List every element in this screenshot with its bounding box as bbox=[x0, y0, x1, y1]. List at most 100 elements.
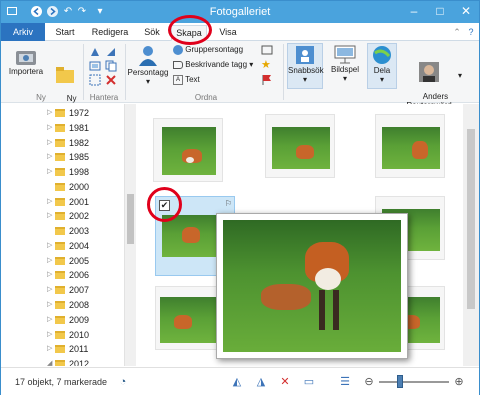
scrollbar-thumb[interactable] bbox=[467, 129, 475, 309]
tab-redigera[interactable]: Redigera bbox=[89, 25, 131, 41]
rotate-right-icon[interactable]: ◮ bbox=[253, 374, 269, 390]
flag-icon[interactable] bbox=[261, 74, 273, 86]
tab-start[interactable]: Start bbox=[51, 25, 79, 41]
avatar bbox=[419, 62, 439, 82]
ribbon-separator bbox=[125, 44, 126, 100]
photo-gallery-window: ↶ ↷ ▾ Fotogalleriet – □ ✕ Arkiv Start Re… bbox=[0, 0, 480, 395]
share-label: Dela bbox=[373, 66, 391, 75]
fox-photo bbox=[162, 215, 216, 257]
folder-icon bbox=[55, 153, 65, 161]
share-icon bbox=[373, 46, 391, 64]
chevron-down-icon[interactable]: ▾ bbox=[455, 71, 465, 80]
expand-arrow-icon[interactable]: ▷ bbox=[47, 239, 55, 253]
photo-thumbnail[interactable] bbox=[155, 286, 225, 350]
photo-thumbnail[interactable] bbox=[153, 118, 223, 182]
rotate-left-icon[interactable]: ◭ bbox=[229, 374, 245, 390]
tree-scrollbar[interactable] bbox=[125, 104, 136, 366]
star-rating-icon[interactable]: ★ bbox=[261, 59, 273, 71]
rotate-right-icon[interactable] bbox=[105, 46, 117, 58]
group-tag-icon bbox=[173, 44, 183, 55]
details-view-icon[interactable]: ☰ bbox=[337, 374, 353, 390]
person-icon bbox=[139, 46, 157, 66]
rotate-left-icon[interactable] bbox=[89, 46, 101, 58]
scrollbar-thumb[interactable] bbox=[127, 194, 134, 244]
expand-arrow-icon[interactable]: ▷ bbox=[47, 328, 55, 342]
zoom-out-icon[interactable]: ⊖ bbox=[361, 374, 377, 390]
folder-icon bbox=[55, 139, 65, 147]
help-icon[interactable]: ? bbox=[465, 25, 477, 41]
expand-arrow-icon[interactable]: ▷ bbox=[47, 254, 55, 268]
expand-arrow-icon[interactable]: ▷ bbox=[47, 150, 55, 164]
folder-icon bbox=[55, 345, 65, 353]
new-folder-icon bbox=[56, 67, 74, 83]
expand-arrow-icon[interactable]: ▷ bbox=[47, 195, 55, 209]
folder-icon bbox=[55, 301, 65, 309]
delete-icon[interactable] bbox=[105, 74, 117, 86]
fox-photo bbox=[382, 127, 440, 169]
title-bar: ↶ ↷ ▾ Fotogalleriet – □ ✕ bbox=[1, 1, 479, 23]
info-icon[interactable]: ◔ bbox=[115, 374, 131, 390]
minimize-ribbon-icon[interactable]: ⌃ bbox=[451, 25, 463, 41]
expand-arrow-icon[interactable]: ◢ bbox=[47, 357, 55, 366]
descriptive-tag-button[interactable]: Beskrivande tagg ▾ bbox=[173, 59, 253, 71]
expand-arrow-icon[interactable]: ▷ bbox=[47, 106, 55, 120]
text-button[interactable]: A Text bbox=[173, 74, 200, 86]
chevron-down-icon: ▾ bbox=[342, 74, 347, 83]
chevron-down-icon: ▾ bbox=[379, 75, 384, 84]
flag-icon[interactable]: ⚐ bbox=[225, 199, 232, 208]
folder-icon bbox=[55, 257, 65, 265]
tab-visa[interactable]: Visa bbox=[216, 25, 240, 41]
expand-arrow-icon[interactable]: ▷ bbox=[47, 209, 55, 223]
photo-thumbnail[interactable] bbox=[265, 114, 335, 178]
quickfind-button[interactable]: Snabbsök ▾ bbox=[287, 43, 324, 89]
expand-arrow-icon[interactable]: ▷ bbox=[47, 136, 55, 150]
folder-icon bbox=[55, 124, 65, 132]
expand-arrow-icon[interactable]: ▷ bbox=[47, 121, 55, 135]
import-label: Importera bbox=[8, 67, 44, 76]
slideshow-icon[interactable]: ▭ bbox=[301, 374, 317, 390]
zoom-slider-track[interactable] bbox=[379, 381, 449, 383]
photo-thumbnail[interactable] bbox=[375, 114, 445, 178]
ribbon-tabs: Arkiv Start Redigera Sök Skapa Visa ⌃ ? bbox=[1, 23, 479, 41]
copy-icon[interactable] bbox=[105, 60, 117, 72]
expand-arrow-icon[interactable]: ▷ bbox=[47, 313, 55, 327]
tab-sok[interactable]: Sök bbox=[139, 25, 165, 41]
folder-icon bbox=[55, 242, 65, 250]
import-button[interactable]: Importera bbox=[5, 45, 47, 76]
group-label-hantera: Hantera bbox=[89, 93, 119, 102]
folder-tree: ▷ 1972 ▷ 1981 ▷ 1982 ▷ 1985 ▷ 1998 2000 ▷ 2001… bbox=[1, 104, 125, 366]
import-icon bbox=[16, 51, 36, 65]
folder-icon bbox=[55, 109, 65, 117]
tag-icon bbox=[173, 60, 183, 69]
gallery-scrollbar[interactable] bbox=[463, 104, 479, 366]
expand-arrow-icon[interactable]: ▷ bbox=[47, 268, 55, 282]
properties-icon[interactable] bbox=[89, 60, 101, 72]
folder-icon bbox=[55, 271, 65, 279]
expand-arrow-icon[interactable]: ▷ bbox=[47, 342, 55, 356]
caption-icon[interactable] bbox=[261, 44, 273, 56]
expand-arrow-icon[interactable]: ▷ bbox=[47, 298, 55, 312]
fox-photo bbox=[160, 297, 220, 343]
chevron-down-icon: ▾ bbox=[145, 77, 150, 86]
expand-arrow-icon[interactable]: ▷ bbox=[47, 283, 55, 297]
folder-icon bbox=[55, 183, 65, 191]
group-people-tag-button[interactable]: Gruppersontagg bbox=[173, 44, 243, 56]
expand-arrow-icon[interactable]: ▷ bbox=[47, 165, 55, 179]
select-icon[interactable] bbox=[89, 74, 101, 86]
people-tag-label: Persontagg bbox=[127, 68, 169, 77]
slideshow-icon bbox=[334, 45, 356, 64]
zoom-slider-thumb[interactable] bbox=[397, 375, 403, 388]
slideshow-button[interactable]: Bildspel ▾ bbox=[327, 43, 363, 89]
maximize-icon[interactable]: □ bbox=[427, 1, 453, 21]
tab-arkiv[interactable]: Arkiv bbox=[1, 23, 45, 41]
delete-icon[interactable]: ✕ bbox=[277, 374, 293, 390]
zoom-in-icon[interactable]: ⊕ bbox=[451, 374, 467, 390]
close-icon[interactable]: ✕ bbox=[453, 1, 479, 21]
share-button[interactable]: Dela ▾ bbox=[367, 43, 397, 89]
people-tag-button[interactable]: Persontagg ▾ bbox=[127, 44, 169, 86]
text-icon: A bbox=[173, 74, 183, 85]
photo-preview-popup bbox=[216, 213, 408, 359]
quickfind-icon bbox=[296, 46, 314, 64]
group-label-ny: Ny bbox=[36, 93, 46, 102]
minimize-icon[interactable]: – bbox=[401, 1, 427, 21]
